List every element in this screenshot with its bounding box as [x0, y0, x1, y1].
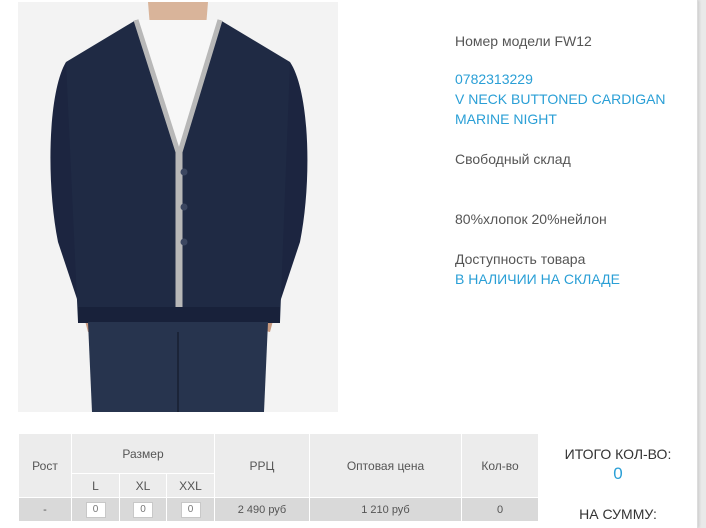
- availability-label: Доступность товара: [455, 251, 586, 267]
- size-header-xxl: XXL: [166, 473, 215, 498]
- row-height: -: [18, 497, 72, 522]
- header-rrp: РРЦ: [214, 433, 310, 498]
- header-height: Рост: [18, 433, 72, 498]
- product-name-line2[interactable]: MARINE NIGHT: [455, 109, 557, 129]
- model-number: Номер модели FW12: [455, 33, 592, 49]
- warehouse-label: Свободный склад: [455, 151, 571, 167]
- article-number[interactable]: 0782313229: [455, 69, 533, 89]
- row-rrp: 2 490 руб: [214, 497, 310, 522]
- order-table: Рост Размер РРЦ Оптовая цена Кол-во L XL…: [18, 433, 539, 522]
- header-wholesale: Оптовая цена: [309, 433, 462, 498]
- product-name-line1[interactable]: V NECK BUTTONED CARDIGAN: [455, 89, 666, 109]
- qty-input-l[interactable]: 0: [85, 501, 106, 518]
- qty-input-xl[interactable]: 0: [133, 501, 153, 518]
- header-qty: Кол-во: [461, 433, 539, 498]
- table-row: - 0 0 0 2 490 руб 1 210 руб 0: [18, 497, 539, 522]
- product-image: [18, 2, 338, 412]
- row-wholesale: 1 210 руб: [309, 497, 462, 522]
- total-qty-label: ИТОГО КОЛ-ВО:: [564, 446, 672, 462]
- total-sum-label: НА СУММУ:: [579, 506, 657, 522]
- total-qty-value: 0: [613, 464, 623, 483]
- header-size: Размер: [71, 433, 215, 474]
- composition: 80%хлопок 20%нейлон: [455, 211, 607, 227]
- qty-input-xxl[interactable]: 0: [180, 501, 201, 518]
- cardigan-photo: [18, 2, 338, 412]
- product-card: Номер модели FW12 0782313229 V NECK BUTT…: [0, 0, 698, 528]
- row-qty: 0: [461, 497, 539, 522]
- size-header-l: L: [71, 473, 120, 498]
- size-header-xl: XL: [119, 473, 167, 498]
- availability-value: В НАЛИЧИИ НА СКЛАДЕ: [455, 271, 620, 287]
